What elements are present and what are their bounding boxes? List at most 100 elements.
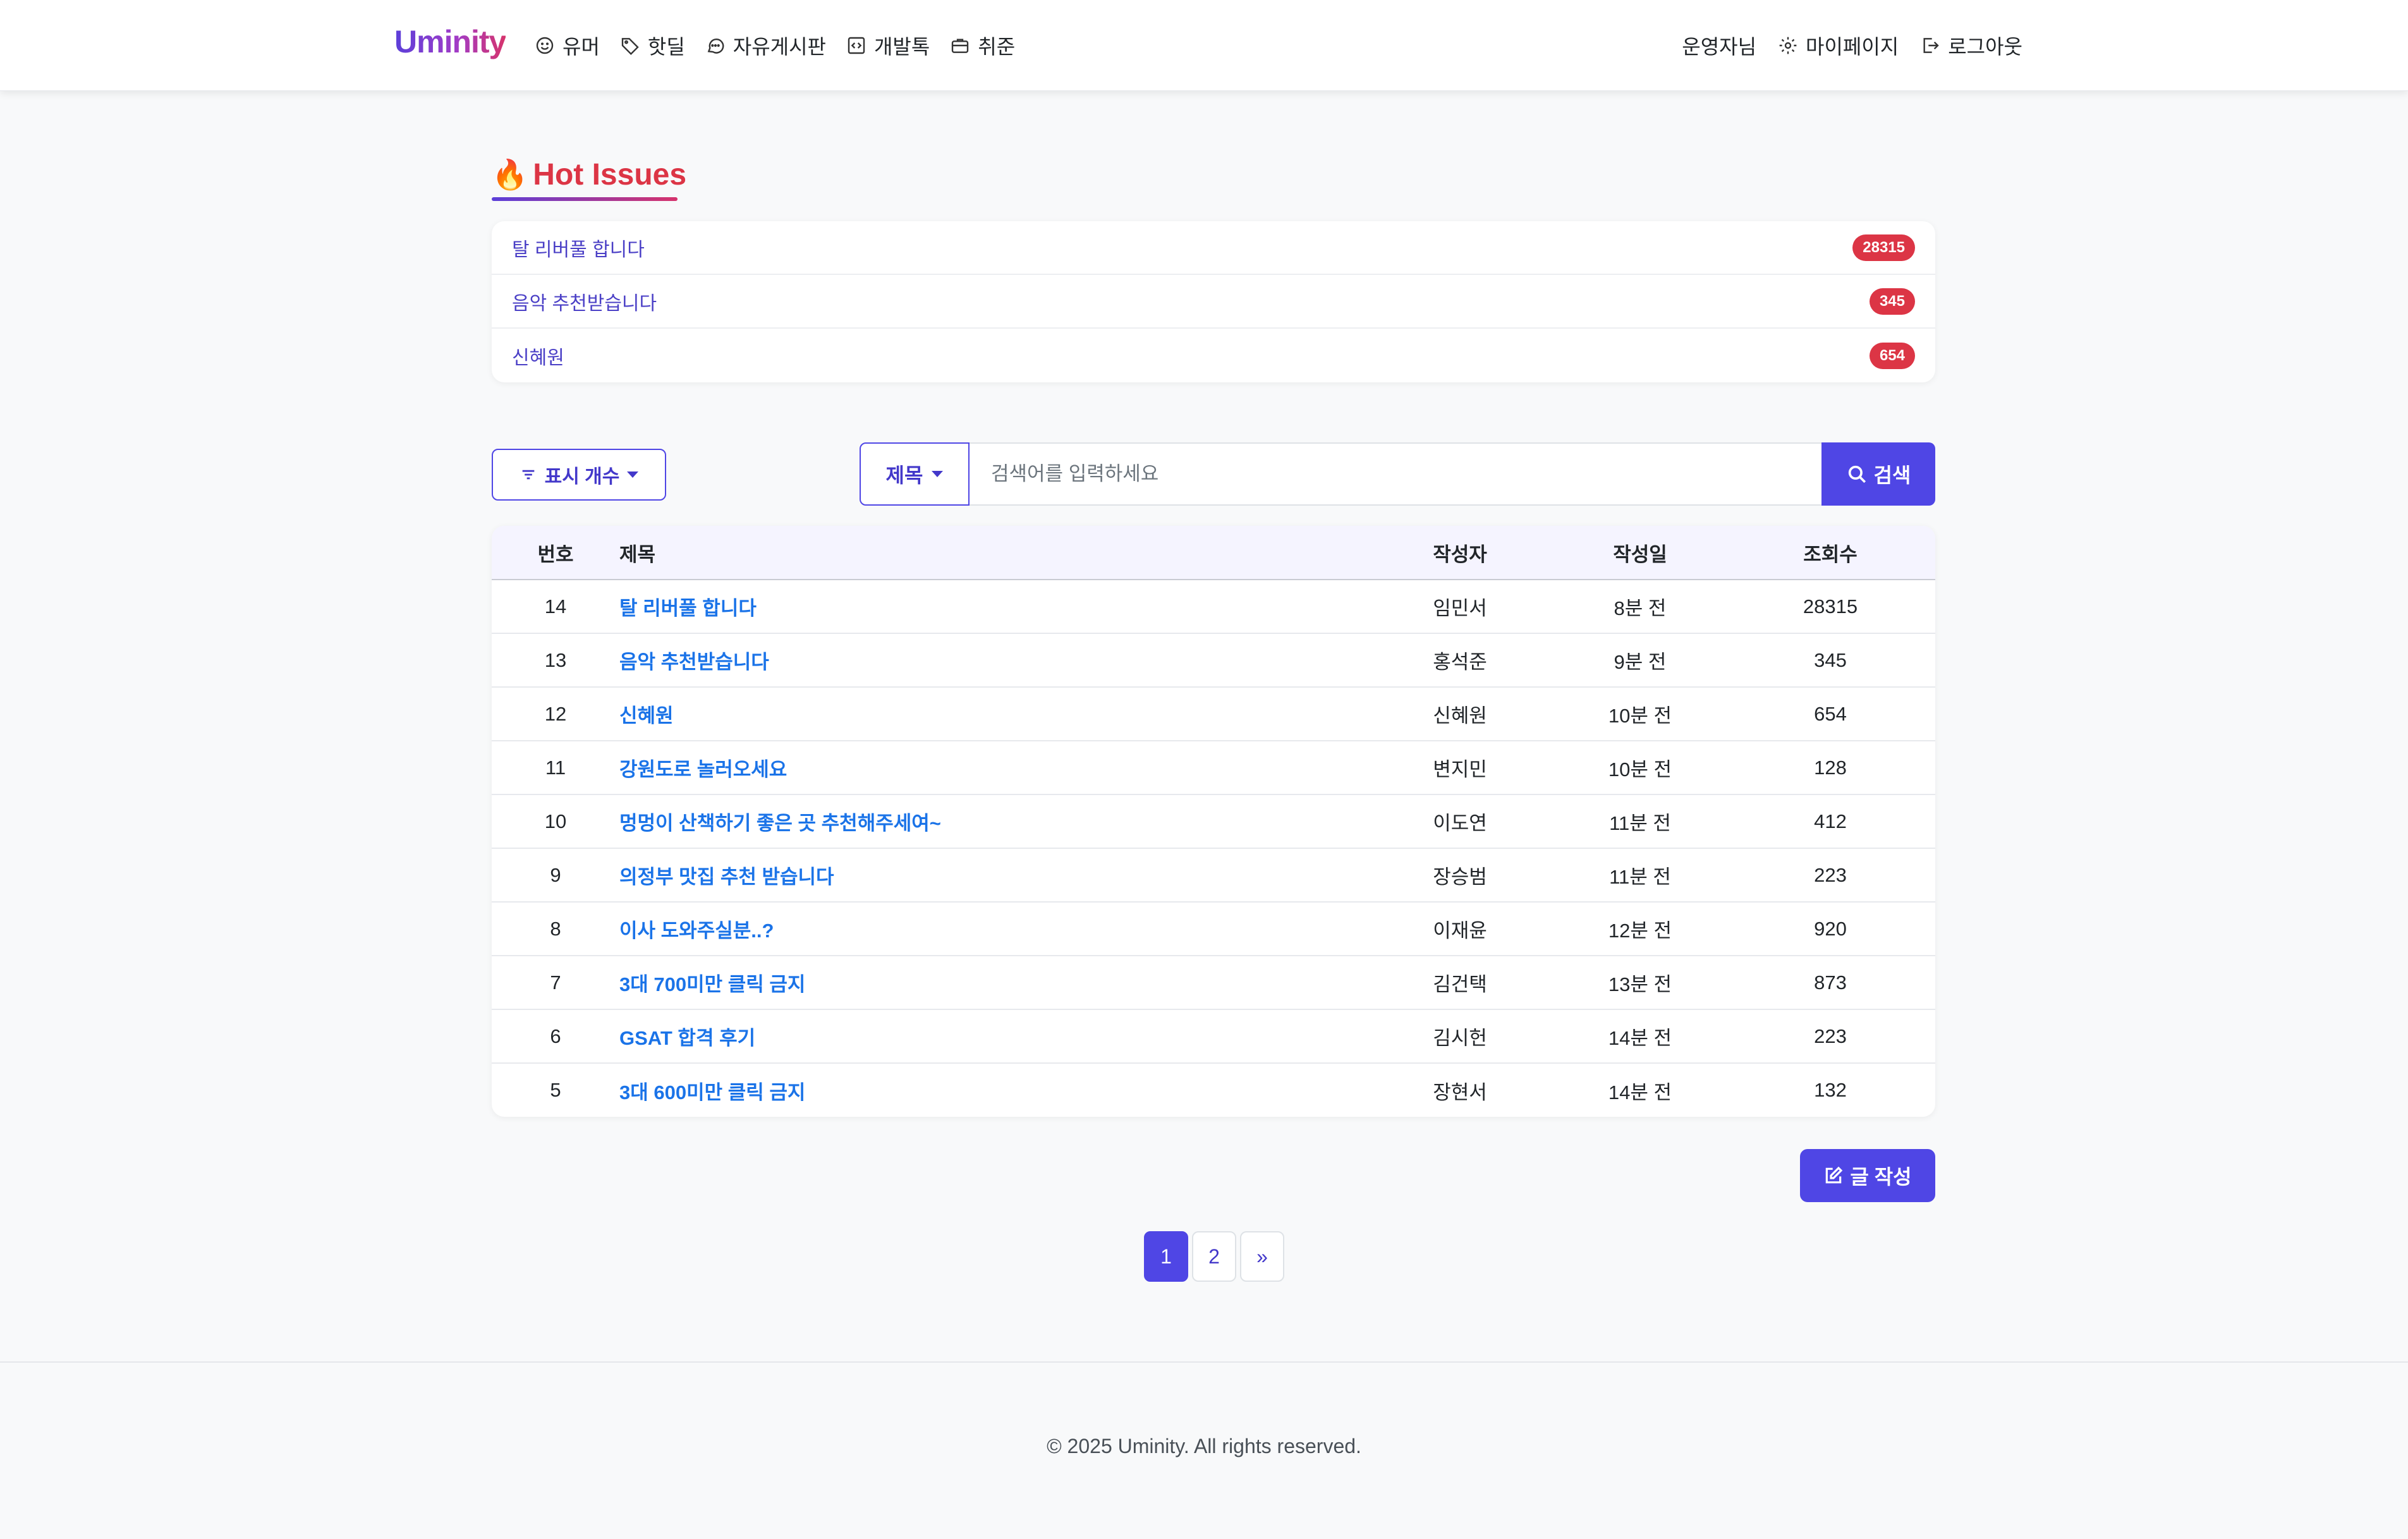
post-date: 11분 전 xyxy=(1609,812,1671,834)
nav-item-hotdeal[interactable]: 핫딜 xyxy=(620,31,685,60)
hot-issue-title[interactable]: 음악 추천받습니다 xyxy=(512,288,657,315)
tag-icon xyxy=(621,38,639,56)
search-field-label: 제목 xyxy=(885,464,923,487)
search-button-label: 검색 xyxy=(1873,464,1911,487)
table-row: 13 음악 추천받습니다 홍석준 9분 전 345 xyxy=(492,633,1935,687)
table-row: 7 3대 700미만 클릭 금지 김건택 13분 전 873 xyxy=(492,956,1935,1009)
footer-divider xyxy=(0,1361,2408,1363)
search-icon xyxy=(1848,465,1866,484)
post-title-link[interactable]: 강원도로 놀러오세요 xyxy=(619,741,1365,794)
logout-icon xyxy=(1923,38,1939,53)
post-title-link[interactable]: 3대 700미만 클릭 금지 xyxy=(619,956,1365,1009)
post-views: 920 xyxy=(1814,917,1847,940)
post-number: 13 xyxy=(544,648,567,671)
caret-down-icon xyxy=(627,471,639,478)
post-date: 13분 전 xyxy=(1608,973,1672,995)
header-title: 제목 xyxy=(619,543,656,566)
logout-link[interactable]: 로그아웃 xyxy=(1920,31,2022,60)
post-author: 이도연 xyxy=(1433,812,1487,834)
post-views: 223 xyxy=(1814,1025,1847,1047)
search-button[interactable]: 검색 xyxy=(1821,442,1935,506)
edit-icon xyxy=(1826,1166,1843,1184)
post-number: 10 xyxy=(544,810,567,832)
briefcase-icon xyxy=(952,39,969,53)
hot-issue-title[interactable]: 신혜원 xyxy=(512,342,564,370)
post-date: 14분 전 xyxy=(1608,1081,1672,1104)
post-title-link[interactable]: 이사 도와주실분..? xyxy=(619,902,1365,956)
gear-icon xyxy=(1779,37,1797,54)
post-author: 임민서 xyxy=(1433,597,1487,619)
table-row: 11 강원도로 놀러오세요 변지민 10분 전 128 xyxy=(492,741,1935,794)
display-count-dropdown[interactable]: 표시 개수 xyxy=(492,449,666,501)
post-number: 6 xyxy=(550,1025,561,1047)
post-number: 7 xyxy=(550,971,561,994)
table-row: 6 GSAT 합격 후기 김시헌 14분 전 223 xyxy=(492,1009,1935,1063)
post-date: 9분 전 xyxy=(1614,651,1667,673)
post-date: 10분 전 xyxy=(1608,758,1672,781)
footer-copyright: © 2025 Uminity. All rights reserved. xyxy=(1047,1435,1361,1457)
post-number: 9 xyxy=(550,863,561,886)
post-author: 김건택 xyxy=(1433,973,1487,995)
hot-issue-item[interactable]: 음악 추천받습니다 345 xyxy=(492,275,1935,329)
post-views: 345 xyxy=(1814,648,1847,671)
post-title-link[interactable]: 음악 추천받습니다 xyxy=(619,633,1365,687)
hot-issue-title[interactable]: 탈 리버풀 합니다 xyxy=(512,234,645,262)
posts-table-card: 번호 제목 작성자 작성일 조회수 14 탈 리버풀 합니다 임민서 8분 전 … xyxy=(492,526,1935,1117)
post-number: 12 xyxy=(544,702,567,725)
main-nav: 유머 핫딜 자유게시판 개발톡 취준 xyxy=(535,30,1015,61)
next-page-button[interactable]: » xyxy=(1240,1231,1284,1282)
write-post-button[interactable]: 글 작성 xyxy=(1800,1149,1935,1202)
nav-label: 핫딜 xyxy=(647,35,685,58)
page-1-button[interactable]: 1 xyxy=(1144,1231,1188,1282)
nav-item-humor[interactable]: 유머 xyxy=(535,31,600,60)
post-title-link[interactable]: GSAT 합격 후기 xyxy=(619,1009,1365,1063)
search-bar: 제목 검색 xyxy=(860,442,1935,506)
post-title-link[interactable]: 탈 리버풀 합니다 xyxy=(619,580,1365,633)
post-views: 873 xyxy=(1814,971,1847,994)
mypage-link[interactable]: 마이페이지 xyxy=(1778,31,1899,60)
display-count-label: 표시 개수 xyxy=(544,466,620,487)
nav-item-dev-talk[interactable]: 개발톡 xyxy=(846,31,930,60)
smile-icon xyxy=(536,37,554,54)
hot-issue-item[interactable]: 탈 리버풀 합니다 28315 xyxy=(492,221,1935,275)
header-author: 작성자 xyxy=(1433,543,1487,566)
nav-label: 자유게시판 xyxy=(733,35,826,58)
post-title-link[interactable]: 3대 600미만 클릭 금지 xyxy=(619,1063,1365,1117)
user-greeting: 운영자님 xyxy=(1682,35,1757,58)
post-title-link[interactable]: 의정부 맛집 추천 받습니다 xyxy=(619,848,1365,902)
nav-label: 취준 xyxy=(978,35,1016,58)
post-views: 654 xyxy=(1814,702,1847,725)
post-title-link[interactable]: 멍멍이 산책하기 좋은 곳 추천해주세여~ xyxy=(619,794,1365,848)
page-2-button[interactable]: 2 xyxy=(1192,1231,1236,1282)
post-number: 14 xyxy=(544,595,567,617)
nav-item-job-prep[interactable]: 취준 xyxy=(950,31,1015,60)
code-icon xyxy=(848,37,865,54)
post-date: 14분 전 xyxy=(1608,1027,1672,1049)
logout-label: 로그아웃 xyxy=(1948,35,2022,58)
post-title-link[interactable]: 신혜원 xyxy=(619,687,1365,741)
filter-icon xyxy=(522,470,534,480)
hot-issues-heading: 🔥 Hot Issues xyxy=(492,152,686,197)
view-count-badge: 28315 xyxy=(1852,234,1915,261)
post-date: 10분 전 xyxy=(1608,705,1672,727)
table-row: 14 탈 리버풀 합니다 임민서 8분 전 28315 xyxy=(492,580,1935,633)
header-number: 번호 xyxy=(537,543,574,566)
post-author: 장승범 xyxy=(1433,866,1487,888)
pagination: 1 2 » xyxy=(1144,1231,1284,1282)
view-count-badge: 654 xyxy=(1869,342,1915,369)
fire-icon: 🔥 xyxy=(492,157,528,191)
search-input[interactable] xyxy=(970,442,1821,506)
hot-issue-item[interactable]: 신혜원 654 xyxy=(492,329,1935,382)
post-views: 28315 xyxy=(1803,595,1858,617)
post-views: 223 xyxy=(1814,863,1847,886)
post-author: 변지민 xyxy=(1433,758,1487,781)
caret-down-icon xyxy=(932,471,944,477)
brand-logo[interactable]: Uminity xyxy=(394,21,506,62)
search-field-dropdown[interactable]: 제목 xyxy=(860,442,970,506)
nav-label: 개발톡 xyxy=(873,35,930,58)
nav-item-free-board[interactable]: 자유게시판 xyxy=(705,31,826,60)
hot-issues-list: 탈 리버풀 합니다 28315 음악 추천받습니다 345 신혜원 654 xyxy=(492,221,1935,382)
post-views: 128 xyxy=(1814,756,1847,779)
post-date: 8분 전 xyxy=(1614,597,1667,619)
posts-table: 번호 제목 작성자 작성일 조회수 14 탈 리버풀 합니다 임민서 8분 전 … xyxy=(492,526,1935,1117)
